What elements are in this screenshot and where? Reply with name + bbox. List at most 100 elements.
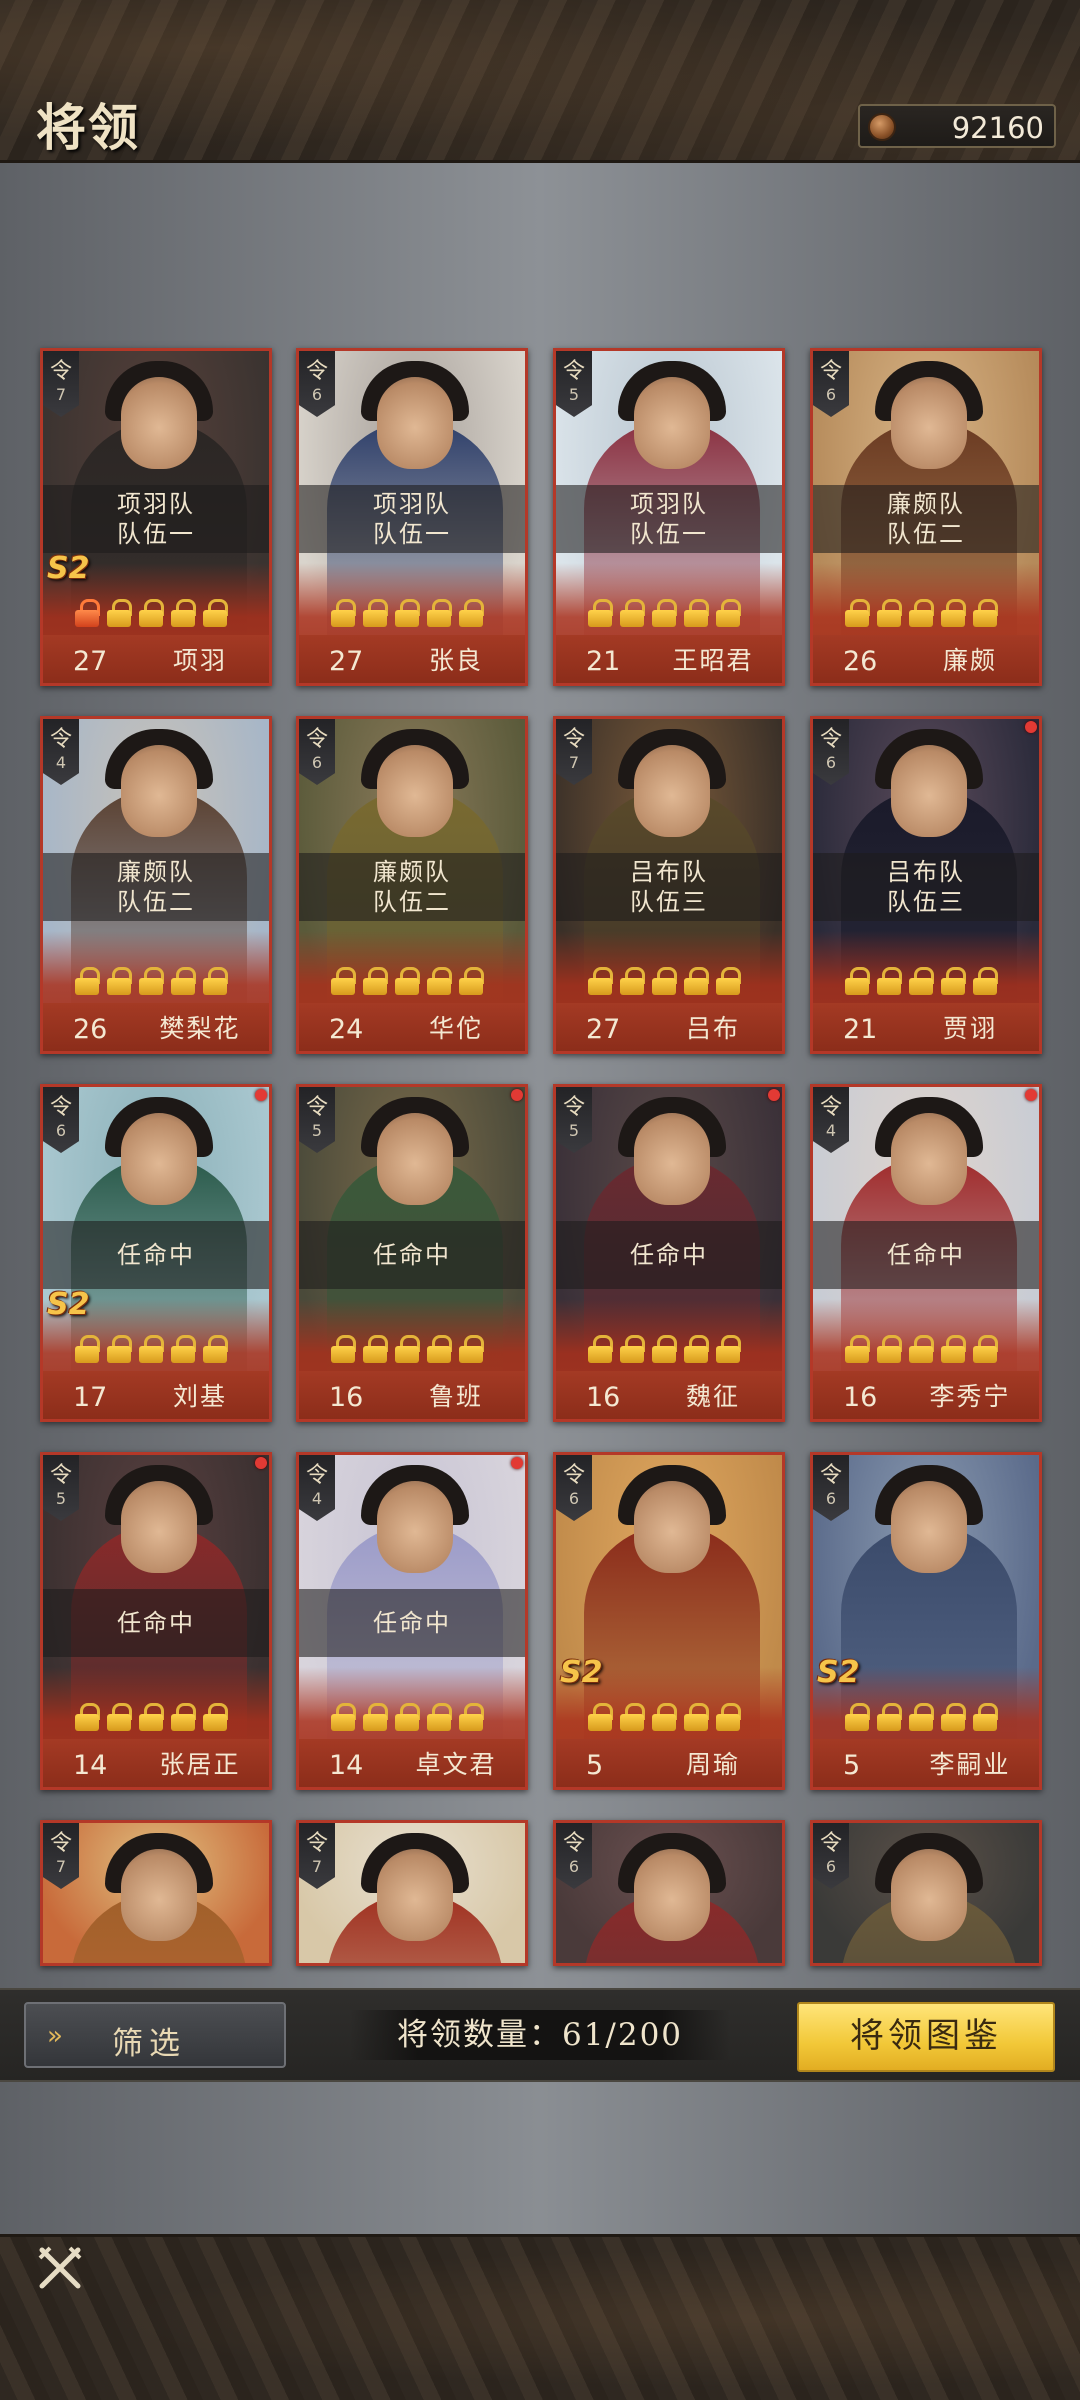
lock-icon — [171, 1335, 196, 1363]
team-status: 吕布队 队伍三 — [813, 853, 1039, 921]
general-codex-button[interactable]: 将领图鉴 — [797, 2002, 1055, 2072]
rank-tag: 令4 — [299, 1455, 335, 1521]
lock-icon — [941, 1335, 966, 1363]
general-level: 27 — [586, 1014, 621, 1045]
rank-tag-number: 7 — [568, 753, 580, 772]
rank-tag-number: 5 — [311, 1121, 323, 1140]
general-name: 华佗 — [428, 1014, 483, 1043]
general-card[interactable]: 令 4 廉颇队 队伍二 26 樊梨花 — [40, 716, 272, 1054]
lock-icon — [107, 1335, 132, 1363]
rank-tag-label: 令 — [562, 727, 585, 752]
team-status-line: 任命中 — [887, 1241, 965, 1269]
general-card[interactable]: 令 7 项羽队 队伍一 S2 27 项羽 — [40, 348, 272, 686]
lock-icon — [331, 1703, 356, 1731]
general-face — [891, 377, 967, 469]
crossed-swords-close-icon[interactable] — [36, 2244, 84, 2292]
lock-icon — [203, 1703, 228, 1731]
lock-icon — [588, 967, 613, 995]
general-card[interactable]: 令 4 任命中 14 卓文君 — [296, 1452, 528, 1790]
general-card[interactable]: 令 6 吕布队 队伍三 21 贾诩 — [810, 716, 1042, 1054]
general-face — [121, 1113, 197, 1205]
general-card[interactable]: 令7 — [40, 1820, 272, 1966]
general-face — [377, 1849, 453, 1941]
general-count: 将领数量：61/200 — [350, 2010, 730, 2060]
rank-tag-number: 5 — [568, 385, 580, 404]
general-card[interactable]: 令 6 廉颇队 队伍二 24 华佗 — [296, 716, 528, 1054]
general-card[interactable]: 令 7 吕布队 队伍三 27 吕布 — [553, 716, 785, 1054]
star-lock-row — [588, 1335, 741, 1365]
general-card[interactable]: 令6 — [553, 1820, 785, 1966]
rank-tag: 令6 — [813, 1823, 849, 1889]
rank-tag-number: 6 — [55, 1121, 67, 1140]
red-notification-dot — [511, 1457, 523, 1469]
rank-tag-number: 7 — [55, 385, 67, 404]
lock-icon — [652, 599, 677, 627]
rank-tag-number: 7 — [311, 1857, 323, 1876]
general-name: 贾诩 — [942, 1014, 997, 1043]
general-card[interactable]: 令 5 任命中 16 魏征 — [553, 1084, 785, 1422]
general-face — [891, 1849, 967, 1941]
footer-panel — [0, 2234, 1080, 2400]
general-level: 14 — [73, 1750, 108, 1781]
lock-icon — [427, 599, 452, 627]
team-status-line: 队伍二 — [373, 888, 451, 916]
general-name: 张居正 — [159, 1750, 241, 1779]
rank-tag: 令6 — [813, 719, 849, 785]
general-card[interactable]: 令 6 任命中 S2 17 刘基 — [40, 1084, 272, 1422]
general-name: 李嗣业 — [929, 1750, 1011, 1779]
general-name: 樊梨花 — [159, 1014, 241, 1043]
general-face — [634, 377, 710, 469]
team-status-line: 廉颇队 — [887, 490, 965, 518]
currency-display[interactable]: 92160 — [858, 104, 1056, 148]
team-status: 项羽队 队伍一 — [556, 485, 782, 553]
lock-icon — [203, 967, 228, 995]
general-level: 17 — [73, 1382, 108, 1413]
general-card[interactable]: 令 6 S2 5 李嗣业 — [810, 1452, 1042, 1790]
general-card[interactable]: 令 5 项羽队 队伍一 21 王昭君 — [553, 348, 785, 686]
lock-icon — [845, 599, 870, 627]
general-face — [634, 1481, 710, 1573]
general-card[interactable]: 令6 — [810, 1820, 1042, 1966]
lock-icon — [171, 1703, 196, 1731]
lock-icon — [973, 967, 998, 995]
general-card[interactable]: 令 6 S2 5 周瑜 — [553, 1452, 785, 1790]
lock-icon — [588, 1703, 613, 1731]
general-card[interactable]: 令 4 任命中 16 李秀宁 — [810, 1084, 1042, 1422]
rank-tag: 令5 — [43, 1455, 79, 1521]
general-face — [121, 1481, 197, 1573]
filter-button[interactable]: » 筛选 — [24, 2002, 286, 2068]
lock-icon — [716, 1703, 741, 1731]
general-name: 卓文君 — [415, 1750, 497, 1779]
general-face — [121, 377, 197, 469]
general-card[interactable]: 令 6 廉颇队 队伍二 26 廉颇 — [810, 348, 1042, 686]
lock-icon — [395, 967, 420, 995]
star-lock-row — [75, 1335, 228, 1365]
rank-tag: 令5 — [556, 1087, 592, 1153]
lock-icon — [459, 1703, 484, 1731]
general-card[interactable]: 令 6 项羽队 队伍一 27 张良 — [296, 348, 528, 686]
star-lock-row — [331, 1703, 484, 1733]
rank-tag-number: 4 — [55, 753, 67, 772]
red-notification-dot — [511, 1089, 523, 1101]
general-level: 16 — [329, 1382, 364, 1413]
general-level: 16 — [586, 1382, 621, 1413]
lock-icon — [652, 1335, 677, 1363]
general-face — [121, 1849, 197, 1941]
rank-tag: 令5 — [556, 351, 592, 417]
rank-tag-label: 令 — [305, 1831, 328, 1856]
general-card[interactable]: 令 5 任命中 14 张居正 — [40, 1452, 272, 1790]
lock-icon — [427, 1703, 452, 1731]
lock-icon — [107, 967, 132, 995]
lock-icon — [203, 1335, 228, 1363]
general-card[interactable]: 令7 — [296, 1820, 528, 1966]
general-face — [634, 1849, 710, 1941]
general-name: 王昭君 — [672, 646, 754, 675]
team-status: 廉颇队 队伍二 — [43, 853, 269, 921]
general-card[interactable]: 令 5 任命中 16 鲁班 — [296, 1084, 528, 1422]
rank-tag-label: 令 — [49, 1095, 72, 1120]
lock-icon — [331, 599, 356, 627]
bottom-action-bar: » 筛选 将领数量：61/200 将领图鉴 — [0, 1988, 1080, 2082]
rank-tag-number: 5 — [568, 1121, 580, 1140]
empty-area — [0, 2082, 1080, 2234]
general-name: 魏征 — [685, 1382, 740, 1411]
